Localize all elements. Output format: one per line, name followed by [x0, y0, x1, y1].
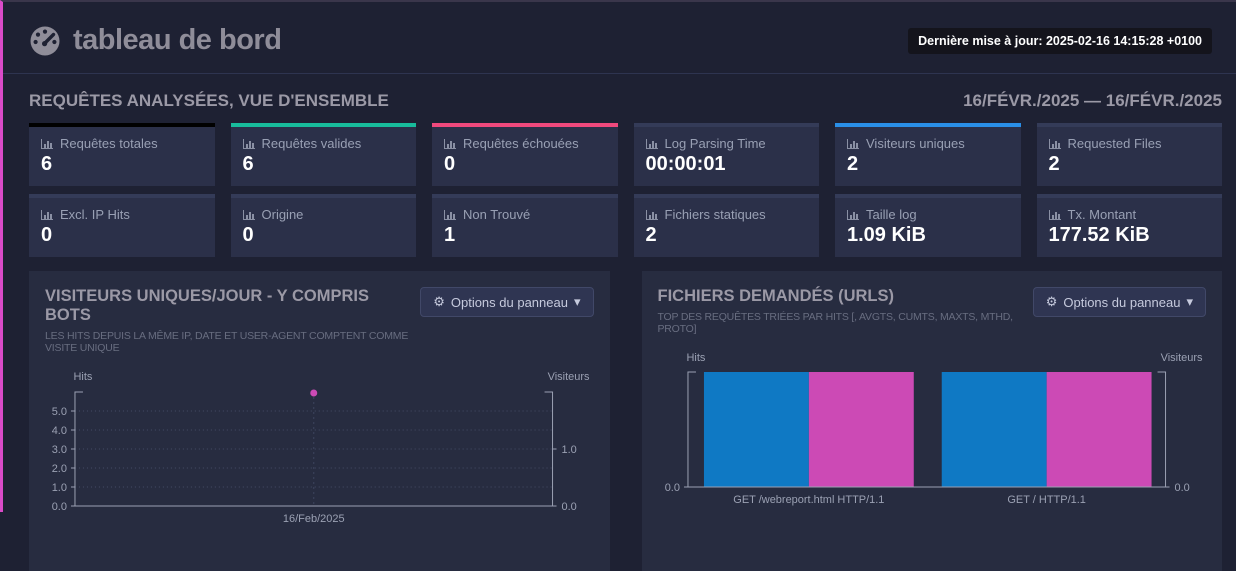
caret-down-icon: ▾	[1186, 294, 1193, 310]
panel-subtitle: LES HITS DEPUIS LA MÊME IP, DATE ET USER…	[45, 330, 410, 354]
y-left-tick: 4.0	[52, 425, 67, 437]
card-value: 1.09 KiB	[847, 224, 1009, 247]
bar-chart-icon	[243, 138, 256, 149]
card-value: 2	[847, 153, 1009, 176]
overview-header: REQUÊTES ANALYSÉES, VUE D'ENSEMBLE 16/FÉ…	[29, 91, 1222, 111]
card-referrers: Origine 0	[231, 194, 417, 257]
header: tableau de bord Dernière mise à jour: 20…	[3, 2, 1236, 74]
x-tick-label: 16/Feb/2025	[283, 513, 345, 525]
panel-options-label: Options du panneau	[451, 295, 568, 310]
panel-options-label: Options du panneau	[1063, 295, 1180, 310]
card-total-requests: Requêtes totales 6	[29, 123, 215, 186]
panel-subtitle: TOP DES REQUÊTES TRIÉES PAR HITS [, AVGT…	[658, 311, 1023, 335]
panel-options-button[interactable]: ⚙ Options du panneau ▾	[1033, 287, 1206, 317]
card-log-size: Taille log 1.09 KiB	[835, 194, 1021, 257]
bar-chart-icon	[646, 138, 659, 149]
bar-chart-icon	[243, 209, 256, 220]
card-value: 177.52 KiB	[1049, 224, 1211, 247]
y-right-tick: 0.0	[562, 501, 577, 513]
caret-down-icon: ▾	[574, 294, 581, 310]
visitors-line-chart: Hits Visiteurs 5.0 4.0 3.0 2.0 1.0 0	[45, 368, 594, 538]
visitors-bar[interactable]	[808, 372, 913, 487]
card-value: 1	[444, 224, 606, 247]
card-value: 0	[243, 224, 405, 247]
card-value: 2	[646, 224, 808, 247]
last-update-badge: Dernière mise à jour: 2025-02-16 14:15:2…	[908, 28, 1212, 54]
x-tick-label: GET /webreport.html HTTP/1.1	[733, 494, 884, 506]
card-label: Excl. IP Hits	[60, 207, 130, 222]
bar-chart-icon	[444, 138, 457, 149]
card-value: 00:00:01	[646, 153, 808, 176]
panel-requested-files: FICHIERS DEMANDÉS (URLS) TOP DES REQUÊTE…	[642, 271, 1223, 571]
card-label: Requêtes totales	[60, 136, 158, 151]
card-label: Non Trouvé	[463, 207, 530, 222]
gear-icon: ⚙	[1046, 294, 1058, 310]
brand: tableau de bord	[27, 24, 281, 57]
card-value: 6	[243, 153, 405, 176]
y-left-tick: 1.0	[52, 482, 67, 494]
card-value: 0	[444, 153, 606, 176]
tachometer-icon	[27, 25, 64, 57]
card-valid-requests: Requêtes valides 6	[231, 123, 417, 186]
visitors-bar[interactable]	[1046, 372, 1151, 487]
card-label: Fichiers statiques	[665, 207, 766, 222]
y-right-tick: 0.0	[1174, 482, 1189, 494]
y-right-axis-label: Visiteurs	[1160, 352, 1202, 364]
card-excl-ip-hits: Excl. IP Hits 0	[29, 194, 215, 257]
bar-chart-icon	[646, 209, 659, 220]
chart-panels: VISITEURS UNIQUES/JOUR - Y COMPRIS BOTS …	[29, 271, 1222, 571]
card-failed-requests: Requêtes échouées 0	[432, 123, 618, 186]
card-log-parsing-time: Log Parsing Time 00:00:01	[634, 123, 820, 186]
y-left-tick: 3.0	[52, 444, 67, 456]
data-point[interactable]	[310, 390, 317, 397]
panel-unique-visitors: VISITEURS UNIQUES/JOUR - Y COMPRIS BOTS …	[29, 271, 610, 571]
panel-title: VISITEURS UNIQUES/JOUR - Y COMPRIS BOTS	[45, 287, 410, 325]
bar-chart-icon	[41, 209, 54, 220]
card-label: Requêtes valides	[262, 136, 362, 151]
card-label: Requested Files	[1068, 136, 1162, 151]
summary-cards: Requêtes totales 6 Requêtes valides 6 Re…	[29, 123, 1222, 257]
card-label: Log Parsing Time	[665, 136, 766, 151]
card-value: 2	[1049, 153, 1211, 176]
y-right-tick: 1.0	[562, 444, 577, 456]
y-left-tick: 0.0	[52, 501, 67, 513]
page-title: tableau de bord	[73, 24, 281, 57]
bar-chart-icon	[847, 138, 860, 149]
card-label: Visiteurs uniques	[866, 136, 965, 151]
y-left-axis-label: Hits	[686, 352, 705, 364]
panel-options-button[interactable]: ⚙ Options du panneau ▾	[420, 287, 593, 317]
requests-bar-chart: Hits Visiteurs 0.0 0.0 GET /webreport.ht…	[658, 349, 1207, 519]
card-static-files: Fichiers statiques 2	[634, 194, 820, 257]
bar-chart-icon	[847, 209, 860, 220]
card-label: Requêtes échouées	[463, 136, 579, 151]
x-tick-label: GET / HTTP/1.1	[1007, 494, 1086, 506]
gear-icon: ⚙	[433, 294, 445, 310]
y-left-axis-label: Hits	[74, 371, 93, 383]
card-requested-files: Requested Files 2	[1037, 123, 1223, 186]
card-label: Origine	[262, 207, 304, 222]
bar-chart-icon	[41, 138, 54, 149]
card-value: 6	[41, 153, 203, 176]
overview-title: REQUÊTES ANALYSÉES, VUE D'ENSEMBLE	[29, 91, 389, 111]
panel-title: FICHIERS DEMANDÉS (URLS)	[658, 287, 1023, 306]
card-unique-visitors: Visiteurs uniques 2	[835, 123, 1021, 186]
card-tx-amount: Tx. Montant 177.52 KiB	[1037, 194, 1223, 257]
y-left-tick: 2.0	[52, 463, 67, 475]
y-right-axis-label: Visiteurs	[548, 371, 590, 383]
y-left-tick: 0.0	[664, 482, 679, 494]
bar-chart-icon	[1049, 138, 1062, 149]
bar-chart-icon	[444, 209, 457, 220]
date-range: 16/FÉVR./2025 — 16/FÉVR./2025	[963, 91, 1222, 111]
card-value: 0	[41, 224, 203, 247]
hits-bar[interactable]	[703, 372, 808, 487]
card-not-found: Non Trouvé 1	[432, 194, 618, 257]
card-label: Tx. Montant	[1068, 207, 1137, 222]
y-left-tick: 5.0	[52, 406, 67, 418]
bar-chart-icon	[1049, 209, 1062, 220]
hits-bar[interactable]	[941, 372, 1046, 487]
card-label: Taille log	[866, 207, 917, 222]
